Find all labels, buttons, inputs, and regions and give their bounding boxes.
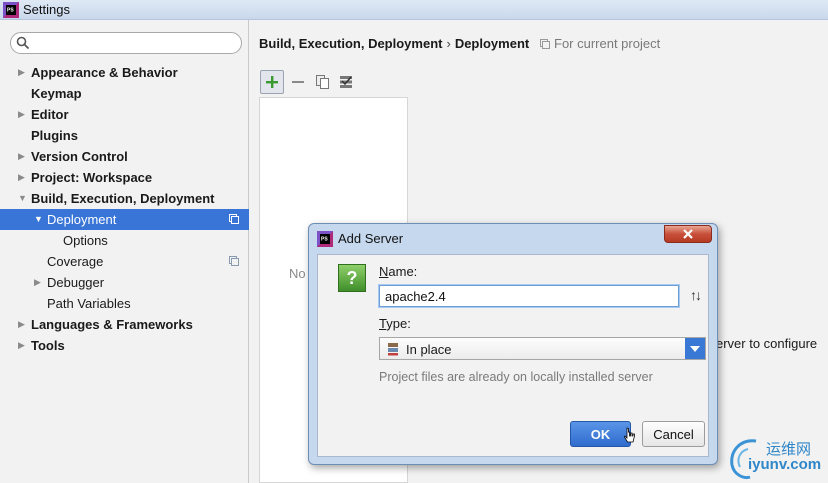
sort-icon[interactable]: ↑↓	[690, 287, 702, 303]
search-input[interactable]	[10, 32, 242, 54]
expand-arrow-down-icon[interactable]: ▼	[34, 209, 46, 230]
dropdown-button[interactable]	[685, 338, 705, 359]
tree-item-label: Debugger	[47, 275, 105, 290]
window-title: Settings	[23, 2, 70, 17]
breadcrumb-item: Build, Execution, Deployment	[259, 36, 443, 51]
tree-item-label: Appearance & Behavior	[31, 65, 178, 80]
empty-list-text: No	[289, 266, 306, 281]
in-place-server-icon	[388, 343, 398, 356]
breadcrumb-separator: ›	[446, 36, 451, 51]
tree-item-label: Tools	[31, 338, 65, 353]
tree-item-tools[interactable]: ▶ Tools	[0, 335, 249, 356]
expand-arrow-down-icon[interactable]: ▼	[18, 188, 30, 209]
project-level-icon	[229, 256, 239, 266]
window-titlebar: PS Settings	[0, 0, 828, 20]
settings-tree: ▶ Appearance & Behavior Keymap ▶ Editor Plugi…	[0, 62, 249, 356]
tree-item-label: Plugins	[31, 128, 78, 143]
watermark-url-text: iyunv.com	[748, 456, 822, 473]
type-label: Type:	[379, 316, 411, 331]
tree-item-keymap[interactable]: Keymap	[0, 83, 249, 104]
project-scope-indicator: For current project	[540, 36, 660, 51]
dialog-body: ? Name: ↑↓ Type: In place Project files …	[317, 254, 709, 457]
copy-server-button[interactable]	[310, 70, 334, 94]
expand-arrow-right-icon[interactable]: ▶	[18, 335, 30, 356]
svg-text:PS: PS	[321, 237, 328, 243]
close-icon	[683, 229, 693, 239]
cancel-button[interactable]: Cancel	[642, 421, 705, 447]
tree-item-label: Path Variables	[47, 296, 131, 311]
tree-item-label: Keymap	[31, 86, 82, 101]
breadcrumb-item: Deployment	[454, 36, 530, 51]
tree-item-label: Project: Workspace	[31, 170, 153, 185]
tree-item-languages-frameworks[interactable]: ▶ Languages & Frameworks	[0, 314, 249, 335]
name-label-text: ame:	[388, 264, 418, 279]
mouse-cursor-icon	[624, 427, 635, 443]
phpstorm-app-icon: PS	[317, 231, 333, 247]
type-label-text: ype:	[386, 316, 411, 331]
tree-item-path-variables[interactable]: Path Variables	[0, 293, 249, 314]
tree-item-label: Version Control	[31, 149, 128, 164]
expand-arrow-right-icon[interactable]: ▶	[34, 272, 46, 293]
search-icon	[16, 36, 30, 50]
name-label-mnemonic: N	[379, 264, 389, 279]
copy-icon	[315, 75, 329, 89]
tree-item-deployment[interactable]: ▼ Deployment	[0, 209, 249, 230]
help-icon: ?	[338, 264, 366, 292]
watermark-logo: 运维网 iyunv.com	[726, 433, 828, 483]
tree-item-label: Deployment	[47, 212, 117, 227]
tree-item-label: Build, Execution, Deployment	[31, 191, 215, 206]
server-name-field[interactable]	[379, 285, 679, 307]
tree-item-options[interactable]: Options	[0, 230, 249, 251]
expand-arrow-right-icon[interactable]: ▶	[18, 104, 30, 125]
project-level-icon	[229, 214, 239, 224]
dialog-close-button[interactable]	[664, 225, 712, 243]
ok-button[interactable]: OK	[570, 421, 631, 447]
tree-item-build-execution-deployment[interactable]: ▼ Build, Execution, Deployment	[0, 188, 249, 209]
server-type-select[interactable]: In place	[379, 337, 706, 360]
tree-item-label: Options	[63, 233, 108, 248]
settings-sidebar: ▶ Appearance & Behavior Keymap ▶ Editor Plugi…	[0, 20, 249, 483]
tree-item-label: Coverage	[47, 254, 104, 269]
tree-item-plugins[interactable]: Plugins	[0, 125, 249, 146]
expand-arrow-right-icon[interactable]: ▶	[18, 62, 30, 83]
remove-server-button[interactable]	[286, 70, 310, 94]
expand-arrow-right-icon[interactable]: ▶	[18, 314, 30, 335]
minus-icon	[292, 81, 304, 83]
tree-item-version-control[interactable]: ▶ Version Control	[0, 146, 249, 167]
add-server-button[interactable]	[260, 70, 284, 94]
tree-item-coverage[interactable]: Coverage	[0, 251, 249, 272]
phpstorm-app-icon: PS	[3, 2, 19, 18]
expand-arrow-right-icon[interactable]: ▶	[18, 146, 30, 167]
tree-item-editor[interactable]: ▶ Editor	[0, 104, 249, 125]
tree-item-label: Languages & Frameworks	[31, 317, 193, 332]
add-server-dialog: PS Add Server ? Name: ↑↓ Type: In place	[308, 223, 718, 465]
tree-item-debugger[interactable]: ▶ Debugger	[0, 272, 249, 293]
tree-item-project-workspace[interactable]: ▶ Project: Workspace	[0, 167, 249, 188]
server-type-value: In place	[406, 342, 452, 357]
configure-hint-text: erver to configure	[716, 336, 818, 351]
dialog-title: Add Server	[338, 231, 404, 246]
scope-label: For current project	[554, 36, 661, 51]
help-glyph: ?	[346, 267, 358, 288]
chevron-down-icon	[690, 345, 700, 352]
plus-icon	[266, 76, 278, 88]
tree-item-appearance-behavior[interactable]: ▶ Appearance & Behavior	[0, 62, 249, 83]
tree-item-label: Editor	[31, 107, 69, 122]
use-as-default-button[interactable]	[334, 70, 358, 94]
server-default-icon	[340, 76, 352, 88]
name-label: Name:	[379, 264, 417, 279]
svg-text:PS: PS	[7, 8, 14, 14]
project-copy-icon	[540, 39, 550, 49]
breadcrumb: Build, Execution, Deployment › Deployment	[259, 36, 529, 51]
expand-arrow-right-icon[interactable]: ▶	[18, 167, 30, 188]
server-type-hint: Project files are already on locally ins…	[379, 370, 653, 384]
